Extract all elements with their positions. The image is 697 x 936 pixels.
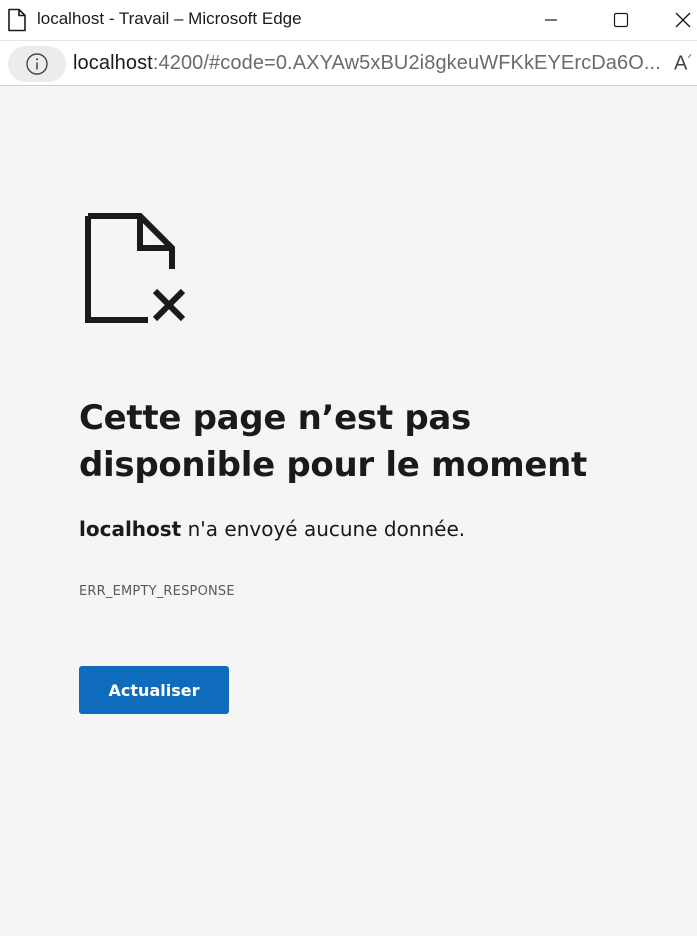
- minimize-button[interactable]: [528, 0, 574, 40]
- site-info-button[interactable]: [8, 46, 66, 82]
- maximize-icon: [613, 12, 629, 28]
- browser-window: localhost - Travail – Microsoft Edge loc…: [0, 0, 697, 936]
- minimize-icon: [545, 19, 557, 21]
- url-path: :4200/#code=0.AXYAw5xBU2i8gkeuWFKkEYErcD…: [152, 52, 661, 74]
- reload-button[interactable]: Actualiser: [79, 666, 229, 714]
- window-title: localhost - Travail – Microsoft Edge: [37, 9, 302, 28]
- title-bar: localhost - Travail – Microsoft Edge: [0, 0, 697, 40]
- info-icon: [26, 53, 48, 75]
- error-host: localhost: [79, 517, 182, 541]
- url-field[interactable]: localhost:4200/#code=0.AXYAw5xBU2i8gkeuW…: [73, 52, 663, 75]
- address-bar: localhost:4200/#code=0.AXYAw5xBU2i8gkeuW…: [0, 40, 697, 86]
- error-description: localhost n'a envoyé aucune donnée.: [79, 517, 465, 541]
- maximize-button[interactable]: [598, 0, 644, 40]
- error-message: n'a envoyé aucune donnée.: [181, 517, 466, 541]
- page-icon: [8, 8, 26, 32]
- close-icon: [675, 12, 690, 28]
- url-host: localhost: [73, 52, 153, 74]
- error-code: ERR_EMPTY_RESPONSE: [79, 584, 235, 599]
- error-heading: Cette page n’est pas disponible pour le …: [79, 398, 587, 485]
- broken-page-icon: [85, 213, 186, 323]
- read-aloud-icon[interactable]: Aᐟ: [674, 52, 692, 76]
- close-button[interactable]: [668, 0, 697, 40]
